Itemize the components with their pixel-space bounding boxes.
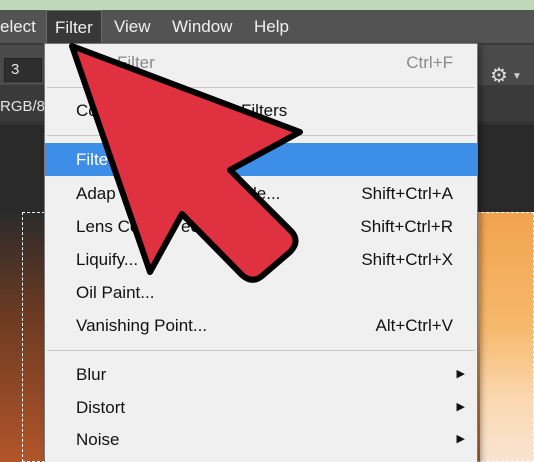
menu-separator <box>47 350 475 351</box>
chevron-down-icon[interactable]: ▼ <box>512 71 522 82</box>
menu-separator <box>47 87 475 88</box>
menu-item-distort[interactable]: Distort ▶ <box>45 391 477 424</box>
menu-item-adaptive-wide-angle[interactable]: Adap le... Shift+Ctrl+A <box>45 177 477 210</box>
menu-item-lens-correction[interactable]: Lens Co ection... Shift+Ctrl+R <box>45 210 477 243</box>
menu-select[interactable]: elect <box>0 10 44 44</box>
menu-separator <box>47 135 475 136</box>
menu-window[interactable]: Window <box>164 10 240 44</box>
menu-item-filter-gallery[interactable]: Filte <box>45 143 477 176</box>
menu-item-blur[interactable]: Blur ▶ <box>45 358 477 391</box>
menu-help[interactable]: Help <box>246 10 297 44</box>
menu-item-oil-paint[interactable]: Oil Paint... <box>45 276 477 309</box>
document-tab[interactable]: RGB/8 <box>0 93 45 121</box>
submenu-arrow-icon: ▶ <box>456 433 465 445</box>
submenu-arrow-icon: ▶ <box>456 368 465 380</box>
menu-filter[interactable]: Filter <box>46 10 102 45</box>
size-field[interactable]: 3 <box>4 58 42 82</box>
menu-item-last-filter[interactable]: Filter Ctrl+F <box>45 46 477 79</box>
menu-item-vanishing-point[interactable]: Vanishing Point... Alt+Ctrl+V <box>45 309 477 342</box>
top-strip <box>0 0 534 10</box>
filter-menu: Filter Ctrl+F Co Filters Filte Adap le..… <box>44 43 478 462</box>
menu-bar: elect Filter View Window Help <box>0 10 534 45</box>
menu-item-noise[interactable]: Noise ▶ <box>45 423 477 456</box>
menu-item-convert-smart-filters[interactable]: Co Filters <box>45 94 477 127</box>
menu-view[interactable]: View <box>106 10 159 44</box>
submenu-arrow-icon: ▶ <box>456 401 465 413</box>
menu-item-liquify[interactable]: Liquify... Shift+Ctrl+X <box>45 243 477 276</box>
